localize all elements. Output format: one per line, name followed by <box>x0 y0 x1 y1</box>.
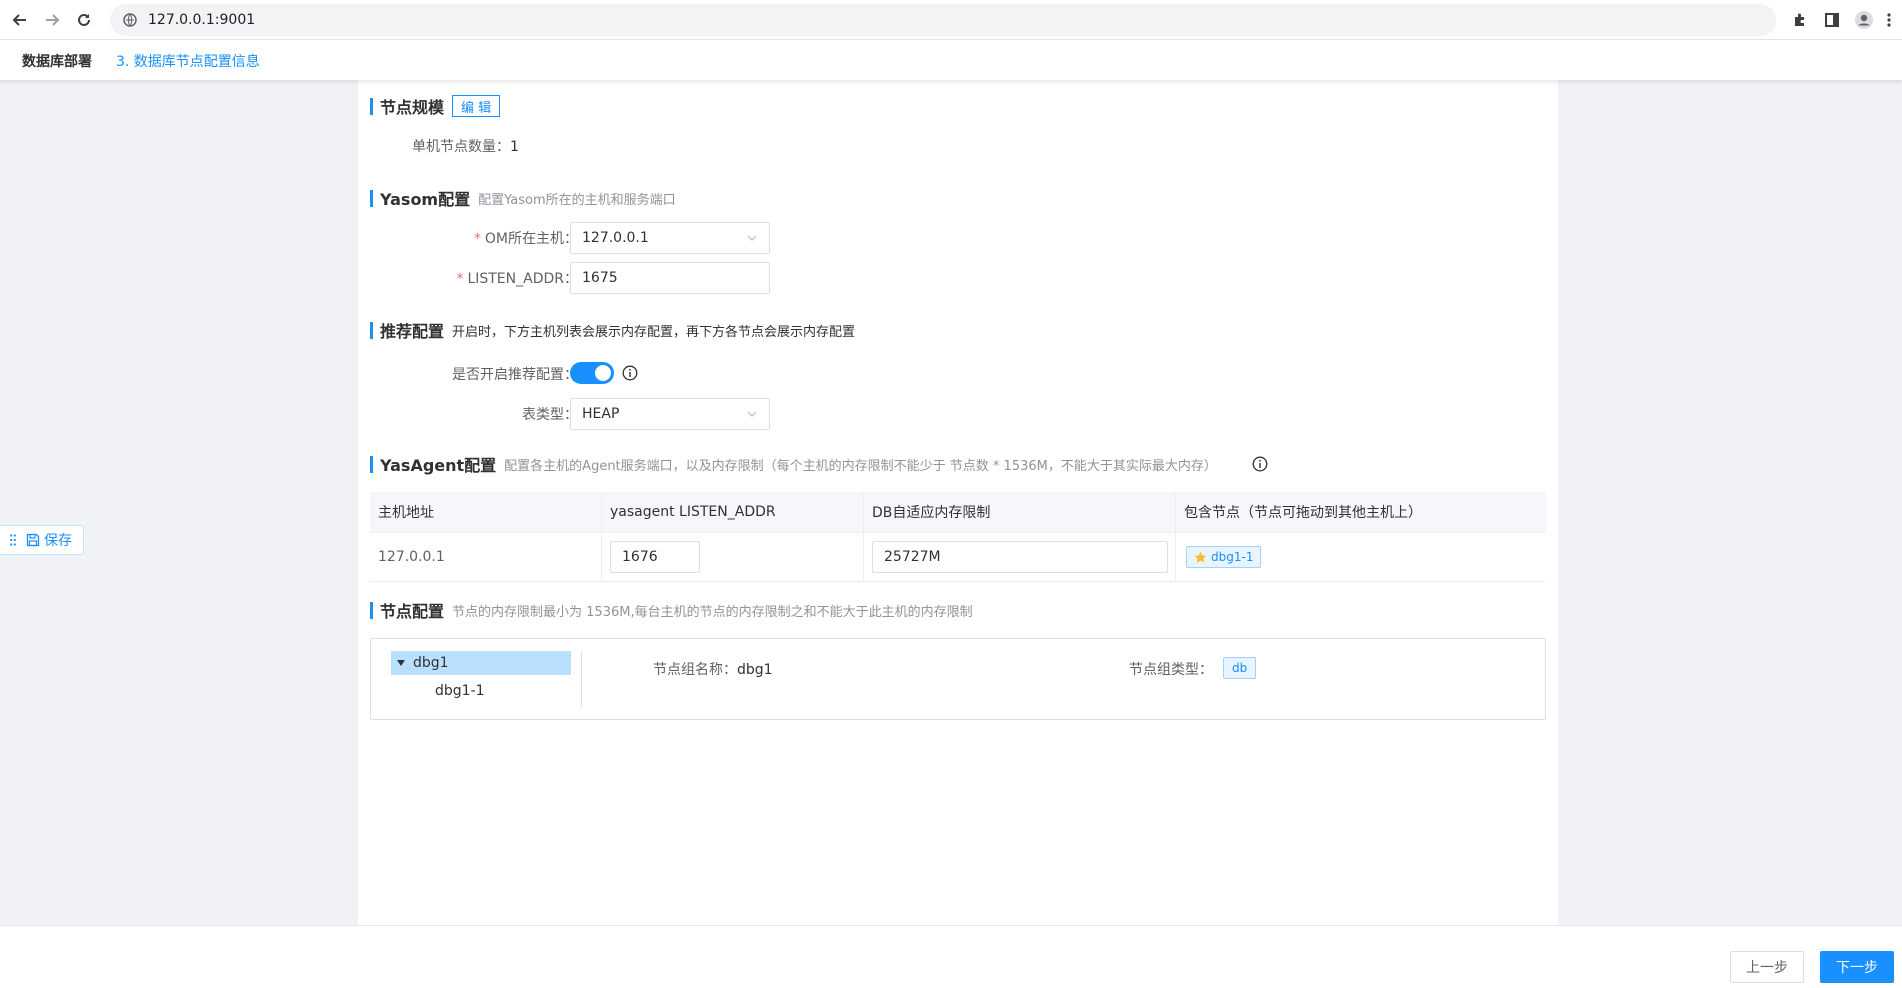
node-scale-section-title: 节点规模 编 辑 <box>370 94 501 118</box>
section-accent-bar <box>370 601 373 619</box>
profile-avatar-icon[interactable] <box>1852 8 1876 32</box>
group-name: 节点组名称：dbg1 <box>653 662 773 678</box>
om-host-value: 127.0.0.1 <box>582 230 649 246</box>
tree-node-child[interactable]: dbg1-1 <box>391 679 571 703</box>
next-step-button[interactable]: 下一步 <box>1820 951 1894 983</box>
section-accent-bar <box>370 321 373 339</box>
nodes-cell: dbg1-1 <box>1176 533 1546 581</box>
info-icon[interactable] <box>1252 456 1268 472</box>
om-host-label: * OM所在主机： <box>473 231 578 247</box>
back-icon[interactable] <box>8 8 32 32</box>
node-count-value: 1 <box>510 139 519 155</box>
section-accent-bar <box>370 189 373 207</box>
yasagent-desc: 配置各主机的Agent服务端口，以及内存限制（每个主机的内存限制不能少于 节点数… <box>504 458 1217 474</box>
node-config-desc: 节点的内存限制最小为 1536M,每台主机的节点的内存限制之和不能大于此主机的内… <box>452 604 973 620</box>
table-header: 主机地址 yasagent LISTEN_ADDR DB自适应内存限制 包含节点… <box>370 492 1546 533</box>
app-header: 数据库部署 3. 数据库节点配置信息 <box>0 40 1902 80</box>
caret-down-icon[interactable] <box>397 660 405 666</box>
yasagent-heading: YasAgent配置 <box>380 456 497 475</box>
save-icon <box>26 533 40 547</box>
yasom-desc: 配置Yasom所在的主机和服务端口 <box>478 192 676 208</box>
host-cell: 127.0.0.1 <box>370 533 602 581</box>
save-label: 保存 <box>44 533 72 549</box>
om-host-select[interactable]: 127.0.0.1 <box>570 222 770 254</box>
listen-addr-cell: 1676 <box>602 533 864 581</box>
enable-recommend-label: 是否开启推荐配置： <box>452 367 578 383</box>
column-header: 主机地址 <box>370 492 602 532</box>
column-header: DB自适应内存限制 <box>864 492 1176 532</box>
main-panel: 节点规模 编 辑 单机节点数量：1 Yasom配置 配置Yasom所在的主机和服… <box>358 80 1558 925</box>
browser-toolbar: 127.0.0.1:9001 <box>0 0 1902 40</box>
table-type-label: 表类型： <box>522 407 578 423</box>
yasom-section-title: Yasom配置 配置Yasom所在的主机和服务端口 <box>370 186 676 210</box>
recommend-section-title: 推荐配置 开启时，下方主机列表会展示内存配置，再下方各节点会展示内存配置 <box>370 318 855 342</box>
tree-node-group[interactable]: dbg1 <box>391 651 571 675</box>
star-icon <box>1194 551 1207 563</box>
recommend-heading: 推荐配置 <box>380 322 445 341</box>
footer-bar: 上一步 下一步 <box>0 925 1902 988</box>
column-header: yasagent LISTEN_ADDR <box>602 492 864 532</box>
url-text: 127.0.0.1:9001 <box>148 12 256 28</box>
chevron-down-icon <box>747 411 757 418</box>
listen-addr-label: * LISTEN_ADDR： <box>456 271 578 287</box>
node-scale-heading: 节点规模 <box>380 98 445 117</box>
node-count: 单机节点数量：1 <box>412 136 519 156</box>
prev-step-button[interactable]: 上一步 <box>1730 951 1804 983</box>
node-config-heading: 节点配置 <box>380 602 445 621</box>
column-header: 包含节点（节点可拖动到其他主机上） <box>1184 505 1422 521</box>
group-type-tag: db <box>1223 657 1257 679</box>
table-row: 127.0.0.1 1676 25727M dbg1-1 <box>370 533 1546 582</box>
node-config-section-title: 节点配置 节点的内存限制最小为 1536M,每台主机的节点的内存限制之和不能大于… <box>370 598 973 622</box>
chevron-down-icon <box>747 235 757 242</box>
reload-icon[interactable] <box>72 8 96 32</box>
forward-icon[interactable] <box>40 8 64 32</box>
node-count-label: 单机节点数量： <box>412 139 510 155</box>
listen-addr-input[interactable]: 1675 <box>570 262 770 294</box>
side-panel-icon[interactable] <box>1820 8 1844 32</box>
menu-dots-icon[interactable] <box>1880 8 1898 32</box>
breadcrumb-step[interactable]: 3. 数据库节点配置信息 <box>116 51 260 71</box>
float-save-button[interactable]: 保存 <box>0 525 84 555</box>
drag-handle-icon[interactable] <box>10 534 16 546</box>
edit-node-scale-button[interactable]: 编 辑 <box>452 95 501 117</box>
recommend-toggle[interactable] <box>570 362 614 384</box>
site-info-icon[interactable] <box>122 12 138 28</box>
mem-limit-input[interactable]: 25727M <box>872 541 1168 573</box>
address-bar[interactable]: 127.0.0.1:9001 <box>110 4 1776 36</box>
mem-limit-cell: 25727M <box>864 533 1176 581</box>
toggle-knob <box>595 365 611 381</box>
group-type-label: 节点组类型： <box>1129 662 1213 678</box>
section-accent-bar <box>370 97 373 115</box>
info-icon[interactable] <box>622 365 638 381</box>
node-tag[interactable]: dbg1-1 <box>1186 546 1262 568</box>
page-title: 数据库部署 <box>22 54 92 70</box>
listen-addr-value: 1675 <box>582 270 618 286</box>
table-type-select[interactable]: HEAP <box>570 398 770 430</box>
yasom-heading: Yasom配置 <box>380 190 471 209</box>
yasagent-section-title: YasAgent配置 配置各主机的Agent服务端口，以及内存限制（每个主机的内… <box>370 452 1217 476</box>
agent-table: 主机地址 yasagent LISTEN_ADDR DB自适应内存限制 包含节点… <box>370 492 1546 582</box>
node-config-box: dbg1 dbg1-1 节点组名称：dbg1 节点组类型： db <box>370 638 1546 720</box>
section-accent-bar <box>370 455 373 473</box>
agent-listen-addr-input[interactable]: 1676 <box>610 541 700 573</box>
extensions-icon[interactable] <box>1788 8 1812 32</box>
table-type-value: HEAP <box>582 406 620 422</box>
node-tree: dbg1 dbg1-1 <box>391 651 582 707</box>
recommend-desc: 开启时，下方主机列表会展示内存配置，再下方各节点会展示内存配置 <box>452 324 856 340</box>
